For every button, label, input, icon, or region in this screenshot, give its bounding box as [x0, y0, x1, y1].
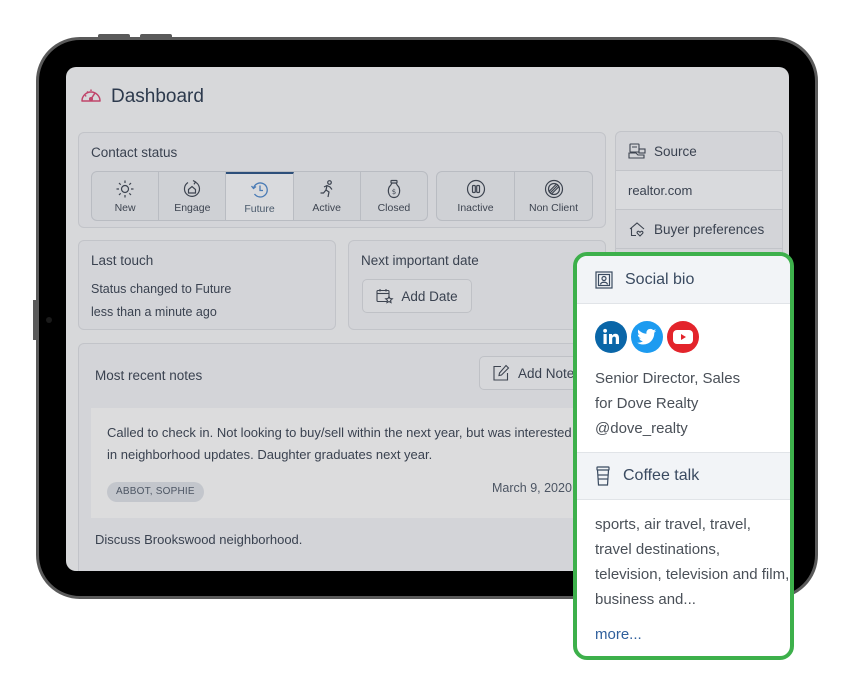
status-label: Non Client: [528, 201, 579, 214]
side-button: [33, 300, 36, 340]
social-links: [595, 321, 699, 353]
status-label: Engage: [174, 201, 211, 214]
social-bio-title: Social bio: [625, 270, 695, 288]
status-label: Active: [312, 201, 341, 214]
coffee-talk-header: Coffee talk: [577, 452, 790, 500]
social-bio-panel: Social bio Senior Director, Sales for Do…: [573, 252, 794, 660]
status-engage-button[interactable]: Engage: [159, 172, 227, 220]
pause-circle-icon: [466, 179, 485, 198]
note-date: March 9, 2020: [492, 481, 572, 495]
notes-card: Most recent notes Add Note Called to che…: [78, 343, 611, 571]
page-header: Dashboard: [80, 85, 204, 108]
contact-status-card: Contact status New Engage Future Active …: [78, 132, 606, 228]
source-header: Source: [616, 132, 782, 171]
note-text[interactable]: Discuss Brookswood neighborhood.: [95, 532, 302, 547]
coffee-talk-title: Coffee talk: [623, 467, 700, 484]
history-clock-icon: [250, 181, 268, 198]
sun-icon: [116, 180, 134, 197]
status-future-button[interactable]: Future: [226, 172, 294, 220]
twitter-icon[interactable]: [631, 321, 663, 353]
note-item[interactable]: Called to check in. Not looking to buy/s…: [91, 408, 611, 518]
add-date-button[interactable]: Add Date: [362, 279, 472, 313]
status-new-button[interactable]: New: [92, 172, 160, 220]
youtube-icon[interactable]: [667, 321, 699, 353]
social-bio-text: Senior Director, Sales for Dove Realty @…: [595, 366, 785, 441]
camera: [46, 317, 52, 323]
engage-house-icon: [184, 179, 201, 197]
prohibited-icon: [544, 179, 563, 198]
status-label: Closed: [377, 201, 411, 214]
last-touch-time: less than a minute ago: [91, 305, 217, 319]
edit-note-icon: [493, 364, 510, 381]
coffee-cup-icon: [596, 466, 610, 486]
id-card-icon: [595, 270, 613, 289]
source-value-row: realtor.com: [616, 171, 782, 210]
add-date-label: Add Date: [401, 288, 458, 304]
social-bio-header: Social bio: [577, 256, 790, 304]
last-touch-card: Last touch Status changed to Future less…: [78, 240, 336, 330]
add-note-label: Add Note: [518, 365, 575, 381]
money-bag-icon: $: [387, 179, 401, 198]
note-contact-tag[interactable]: ABBOT, SOPHIE: [107, 482, 204, 502]
status-active-button[interactable]: Active: [294, 172, 361, 220]
bio-title: Senior Director, Sales: [595, 370, 741, 387]
linkedin-icon[interactable]: [595, 321, 627, 353]
coffee-talk-text: sports, air travel, travel, travel desti…: [595, 516, 790, 608]
buyer-preferences-header[interactable]: Buyer preferences: [616, 210, 782, 249]
status-label: New: [114, 201, 136, 214]
status-non-client-button[interactable]: Non Client: [515, 172, 592, 220]
more-link[interactable]: more...: [595, 626, 642, 643]
last-touch-event: Status changed to Future: [91, 282, 232, 296]
svg-text:$: $: [392, 188, 396, 196]
running-person-icon: [320, 179, 333, 197]
house-heart-icon: [629, 222, 645, 237]
status-label: Inactive: [457, 201, 494, 214]
status-closed-button[interactable]: $ Closed: [361, 172, 427, 220]
source-value: realtor.com: [628, 182, 693, 198]
bio-handle: @dove_realty: [595, 420, 688, 437]
status-inactive-button[interactable]: Inactive: [437, 172, 515, 220]
last-touch-label: Last touch: [91, 253, 154, 268]
source-icon: [628, 143, 646, 159]
status-label: Future: [244, 202, 275, 215]
contact-status-label: Contact status: [91, 145, 178, 160]
status-segment-secondary: Inactive Non Client: [436, 171, 593, 221]
next-date-card: Next important date Add Date: [348, 240, 606, 330]
note-text: Called to check in. Not looking to buy/s…: [107, 425, 572, 462]
next-date-label: Next important date: [361, 253, 479, 268]
source-label: Source: [654, 143, 697, 159]
calendar-star-icon: [376, 289, 394, 304]
page-title: Dashboard: [111, 85, 204, 107]
status-segment-primary: New Engage Future Active $ Closed: [91, 171, 428, 221]
buyer-preferences-label: Buyer preferences: [654, 221, 765, 237]
bio-company: for Dove Realty: [595, 395, 699, 412]
dashboard-gauge-icon: [80, 85, 102, 108]
notes-label: Most recent notes: [95, 368, 203, 383]
